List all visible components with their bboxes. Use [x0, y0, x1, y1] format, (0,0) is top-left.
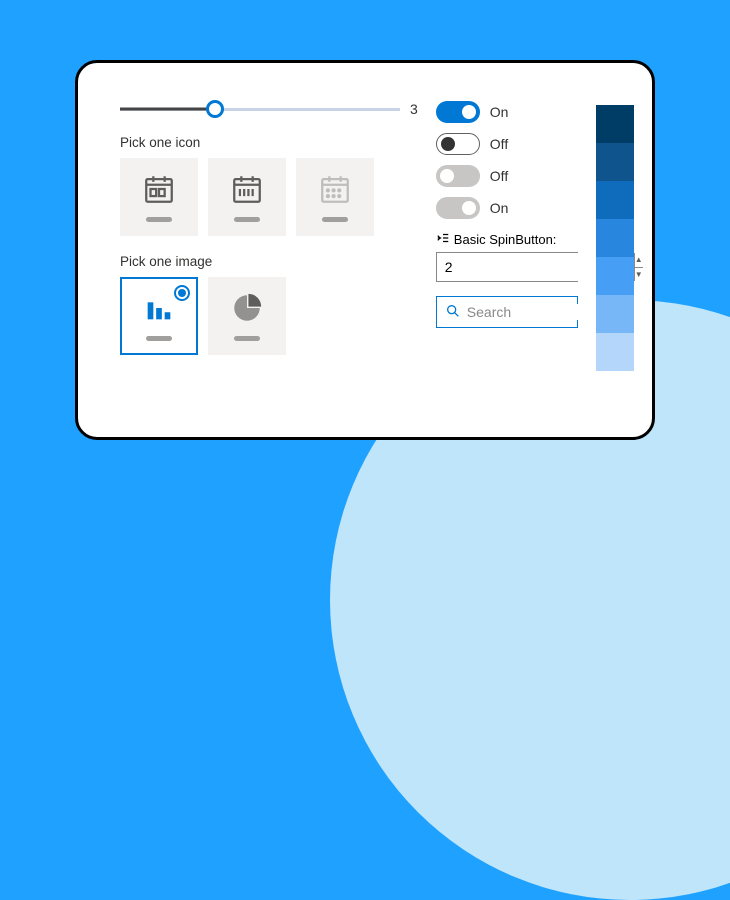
indent-icon [436, 231, 450, 248]
tile-underline [234, 217, 260, 222]
calendar-grid-icon [318, 172, 352, 209]
slider-track-filled [120, 108, 215, 111]
color-swatch[interactable] [596, 333, 634, 371]
tile-underline [322, 217, 348, 222]
tile-underline [146, 217, 172, 222]
color-swatch[interactable] [596, 219, 634, 257]
calendar-week-icon [142, 172, 176, 209]
color-swatch[interactable] [596, 295, 634, 333]
icon-tile-calendar-grid[interactable] [296, 158, 374, 236]
toggle-row-4: On [436, 197, 578, 219]
toggle-row-1: On [436, 101, 578, 123]
toggle-label: Off [490, 168, 508, 184]
toggle-row-2: Off [436, 133, 578, 155]
tile-underline [146, 336, 172, 341]
toggle-label: On [490, 104, 509, 120]
image-picker-label: Pick one image [120, 254, 418, 269]
slider[interactable] [120, 101, 400, 117]
color-swatch[interactable] [596, 143, 634, 181]
swatch-column [596, 101, 634, 417]
image-tile-pie-chart[interactable] [208, 277, 286, 355]
chevron-down-icon[interactable]: ▼ [635, 268, 643, 282]
slider-thumb[interactable] [206, 100, 224, 118]
toggle-on-primary[interactable] [436, 101, 480, 123]
left-column: 3 Pick one icon Pic [120, 101, 418, 417]
icon-tile-calendar-week[interactable] [120, 158, 198, 236]
icon-picker-label: Pick one icon [120, 135, 418, 150]
toggle-row-3: Off [436, 165, 578, 187]
search-box[interactable] [436, 296, 578, 328]
selected-radio-icon [174, 285, 190, 301]
toggle-off-disabled[interactable] [436, 165, 480, 187]
tile-underline [234, 336, 260, 341]
pie-chart-icon [230, 291, 264, 328]
toggle-on-disabled[interactable] [436, 197, 480, 219]
spinbutton-arrows: ▲ ▼ [634, 253, 643, 281]
spinbutton-label: Basic SpinButton: [454, 232, 557, 247]
color-swatch[interactable] [596, 181, 634, 219]
slider-value: 3 [410, 101, 418, 117]
color-swatch[interactable] [596, 257, 634, 295]
toggle-knob [441, 137, 455, 151]
chevron-up-icon[interactable]: ▲ [635, 253, 643, 268]
icon-tile-calendar-month[interactable] [208, 158, 286, 236]
toggle-knob [462, 105, 476, 119]
bar-chart-icon [142, 291, 176, 328]
calendar-month-icon [230, 172, 264, 209]
spinbutton[interactable]: ▲ ▼ [436, 252, 578, 282]
toggle-off-outlined[interactable] [436, 133, 480, 155]
spinbutton-label-row: Basic SpinButton: [436, 231, 578, 248]
middle-column: On Off Off On Basic SpinButton: ▲ ▼ [436, 101, 578, 417]
toggle-label: On [490, 200, 509, 216]
image-tile-row [120, 277, 418, 355]
toggle-knob [462, 201, 476, 215]
icon-tile-row [120, 158, 418, 236]
toggle-label: Off [490, 136, 508, 152]
color-swatch[interactable] [596, 105, 634, 143]
image-tile-bar-chart[interactable] [120, 277, 198, 355]
search-icon [445, 303, 461, 322]
slider-row: 3 [120, 101, 418, 117]
toggle-knob [440, 169, 454, 183]
component-card: 3 Pick one icon Pic [75, 60, 655, 440]
